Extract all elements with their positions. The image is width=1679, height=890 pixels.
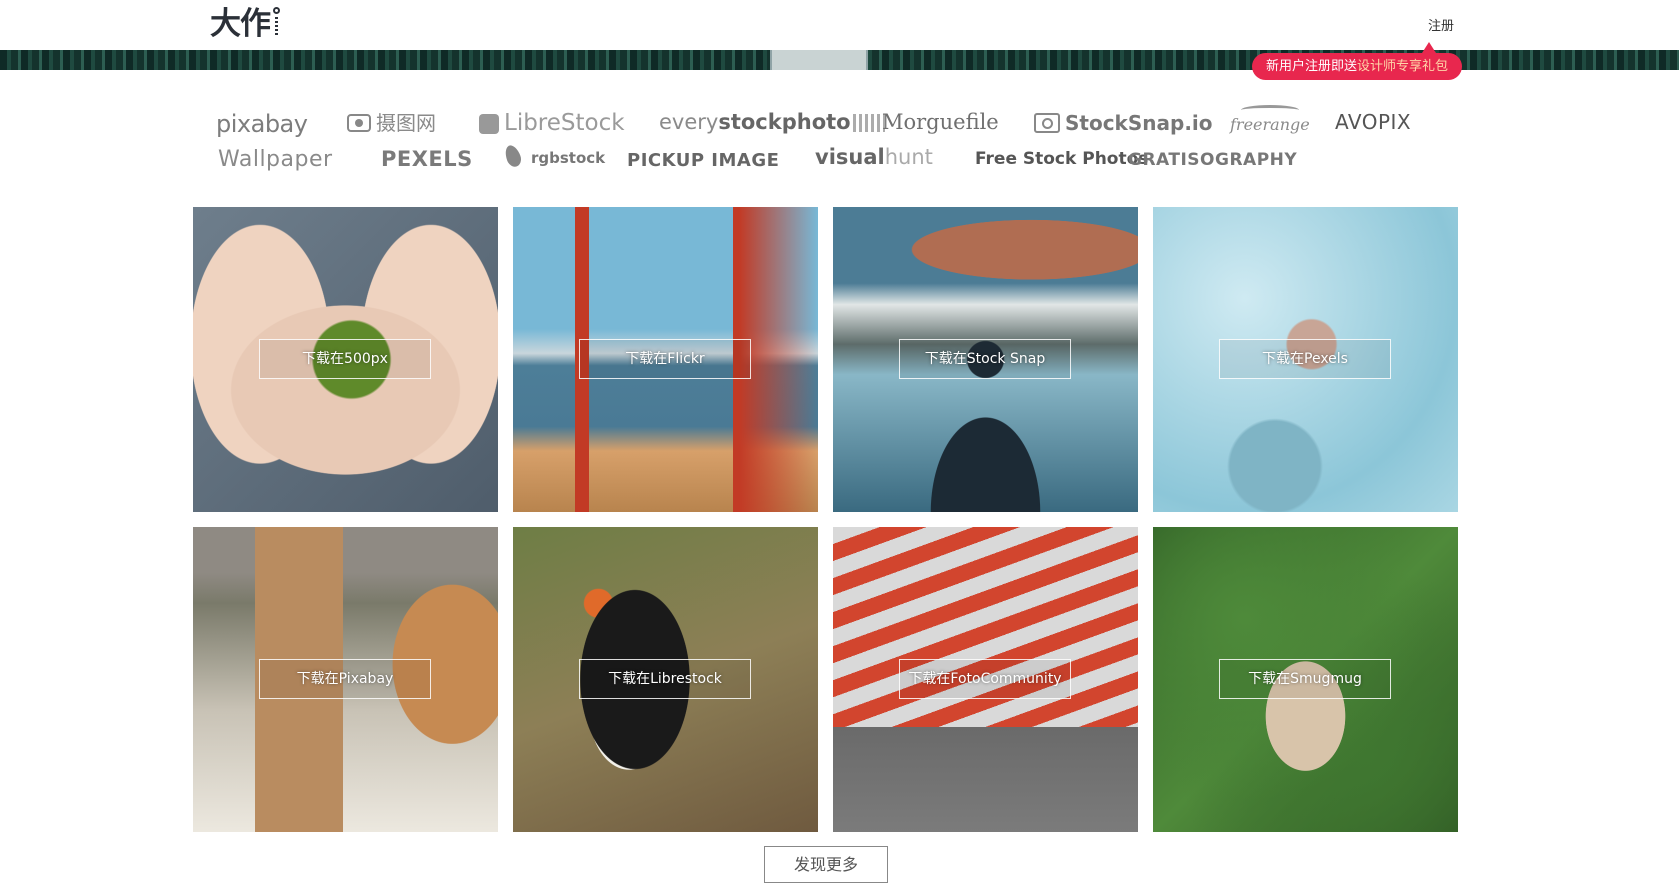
source-logo-list: pixabay 摄图网 LibreStock every stockphoto M… [0,100,1679,180]
promo-pointer [1422,42,1436,53]
source-rgbstock[interactable]: rgbstock [502,143,605,173]
source-avopix[interactable]: AVOPIX [1335,112,1411,132]
source-gratisography[interactable]: GRATISOGRAPHY [1128,152,1297,169]
promo-badge[interactable]: 新用户注册即送设计师专享礼包 [1252,53,1463,80]
source-avopix-label: AVOPIX [1335,110,1412,134]
download-button[interactable]: 下载在Smugmug [1219,659,1391,699]
librestock-logo-icon [479,113,499,134]
logo-mark-icon [272,6,282,36]
source-stocksnap[interactable]: StockSnap.io [1034,113,1213,133]
source-gratisography-label: GRATISOGRAPHY [1128,150,1298,170]
source-pexels-label: PEXELS [381,147,473,171]
camera-icon [347,114,371,132]
download-button[interactable]: 下载在Pixabay [259,659,431,699]
download-button[interactable]: 下载在500px [259,339,431,379]
download-button[interactable]: 下载在FotoCommunity [899,659,1071,699]
source-morguefile-label: Morguefile [882,110,999,134]
source-wallpaper-label: Wallpaper [218,147,333,172]
leaf-icon [502,143,526,173]
source-freerange-label: freerange [1230,115,1310,134]
source-pickup-image[interactable]: PICKUP IMAGE [627,152,779,170]
source-pixabay-label: pixabay [216,110,308,138]
photo-tile[interactable]: 下载在500px [193,207,498,512]
source-visualhunt-label-a: visual [815,145,885,169]
source-freestock-label: Free Stock Photos [975,149,1149,169]
photo-tile[interactable]: 下载在Pexels [1153,207,1458,512]
source-visualhunt[interactable]: visual hunt [815,147,933,168]
photo-tile[interactable]: 下载在FotoCommunity [833,527,1138,832]
photo-tile[interactable]: 下载在Pixabay [193,527,498,832]
camera-outline-icon [1034,113,1060,133]
source-pexels[interactable]: PEXELS [381,149,473,170]
photo-tile[interactable]: 下载在Librestock [513,527,818,832]
logo-text: 大作 [210,6,271,42]
source-librestock[interactable]: LibreStock [479,112,625,135]
source-pickup-label: PICKUP IMAGE [627,150,780,171]
source-everystock-label-a: every [659,110,719,134]
pixel-grid-icon [852,113,885,132]
source-everystock-label-b: stockphoto [718,110,851,134]
download-button[interactable]: 下载在Librestock [579,659,751,699]
register-link[interactable]: 注册 [1428,15,1454,34]
source-librestock-label: LibreStock [504,110,625,136]
download-button[interactable]: 下载在Flickr [579,339,751,379]
site-logo[interactable]: 大作 [210,6,282,42]
photo-tile[interactable]: 下载在Smugmug [1153,527,1458,832]
photo-tile[interactable]: 下载在Flickr [513,207,818,512]
photo-grid: 下载在500px 下载在Flickr 下载在Stock Snap 下载在Pexe… [193,207,1459,832]
source-wallpaper[interactable]: Wallpaper [218,149,333,171]
source-stocksnap-label: StockSnap.io [1065,111,1213,135]
source-freerange[interactable]: freerange [1230,105,1310,133]
download-button[interactable]: 下载在Stock Snap [899,339,1071,379]
promo-highlight: 设计师专享礼包 [1357,59,1449,74]
promo-prefix: 新用户注册即送 [1266,59,1358,74]
source-morguefile[interactable]: Morguefile [882,112,999,133]
source-sheji-label: 摄图网 [376,111,436,135]
source-sheji[interactable]: 摄图网 [347,113,436,133]
source-rgbstock-label: rgbstock [531,148,606,167]
photo-tile[interactable]: 下载在Stock Snap [833,207,1138,512]
discover-more-button[interactable]: 发现更多 [764,846,888,883]
source-pixabay[interactable]: pixabay [216,110,308,138]
wings-icon [1240,105,1299,115]
source-free-stock-photos[interactable]: Free Stock Photos [975,151,1148,168]
source-visualhunt-label-b: hunt [884,145,933,169]
source-everystockphoto[interactable]: every stockphoto [659,112,890,133]
download-button[interactable]: 下载在Pexels [1219,339,1391,379]
